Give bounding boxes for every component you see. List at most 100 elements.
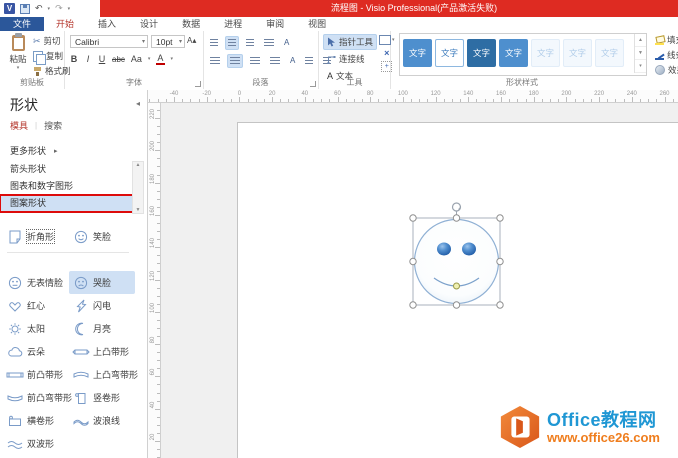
lightning-icon [72,299,90,313]
paragraph-dialog-launcher-icon[interactable] [310,81,316,87]
line-button[interactable]: 线条 [655,49,678,61]
rectangle-tool-icon [379,35,391,45]
moon-icon [72,322,90,336]
shape-item-sad-face[interactable]: 哭脸 [69,271,135,294]
bullets-button[interactable] [261,36,277,50]
align-top-button[interactable] [207,36,221,50]
underline-button[interactable]: U [98,54,106,64]
tab-strip: 开始插入设计数据进程审阅视图 [44,17,338,31]
tab-审阅[interactable]: 审阅 [254,17,296,31]
shape-item-folded-corner[interactable]: 折角形 [3,225,69,248]
clipboard-group-label: 剪贴板 [0,77,64,88]
tab-search[interactable]: 搜索 [44,119,62,132]
style-swatch-solid[interactable]: 文字 [499,39,528,67]
style-swatch-faint[interactable]: 文字 [563,39,592,67]
panel-collapse-icon[interactable]: ◂ [136,99,140,108]
line-label: 线条 [667,49,678,61]
shape-item-label: 月亮 [93,322,111,335]
shape-item-double-wave[interactable]: 双波形 [3,432,69,455]
watermark-url: www.office26.com [547,430,660,445]
tab-divider: | [35,121,37,130]
tools-group-label: 工具 [319,77,390,88]
tab-开始[interactable]: 开始 [44,17,86,31]
align-center-button[interactable] [227,54,243,68]
shape-item-horizontal-scroll[interactable]: 横卷形 [3,409,69,432]
tab-数据[interactable]: 数据 [170,17,212,31]
shape-item-cloud[interactable]: 云朵 [3,340,69,363]
tab-设计[interactable]: 设计 [128,17,170,31]
shape-item-smiley-face[interactable]: 笑脸 [69,225,135,248]
text-direction-button[interactable]: A [281,35,292,50]
shape-item-lightning[interactable]: 闪电 [69,294,135,317]
style-swatch-faint[interactable]: 文字 [595,39,624,67]
tab-视图[interactable]: 视图 [296,17,338,31]
paste-button[interactable]: 粘贴 ▾ [4,34,32,76]
justify-button[interactable] [267,54,283,68]
font-dialog-launcher-icon[interactable] [195,81,201,87]
shape-item-ribbon-curved-up[interactable]: 上凸弯带形 [69,363,135,386]
wave-icon [72,414,90,428]
text-block-button[interactable]: A [287,53,298,68]
scroll-down-icon[interactable]: ▼ [136,207,141,213]
shapes-panel-title: 形状 [10,95,38,115]
style-swatch-solid[interactable]: 文字 [403,39,432,67]
italic-button[interactable]: I [84,54,92,64]
decrease-indent-button[interactable] [302,54,316,68]
shape-item-ribbon-front[interactable]: 前凸带形 [3,363,69,386]
shape-item-sun[interactable]: 太阳 [3,317,69,340]
smiley-face[interactable] [415,220,499,304]
shape-item-label: 双波形 [27,437,54,450]
gallery-scroll-down-icon[interactable]: ▼ [635,47,646,60]
shape-item-label: 红心 [27,299,45,312]
mouth-control-handle[interactable] [454,283,460,289]
stencil-scrollbar[interactable]: ▲ ▼ [132,161,144,214]
font-size-combo[interactable]: 10pt▾ [151,35,185,48]
style-swatch-faint[interactable]: 文字 [531,39,560,67]
change-case-button[interactable]: Aa [131,54,142,64]
effects-icon [655,65,665,75]
gallery-more-icon[interactable]: ▾ [635,60,646,73]
shape-item-heart[interactable]: 红心 [3,294,69,317]
rotation-handle[interactable] [453,203,461,211]
fill-button[interactable]: 填充 [655,34,678,46]
connector-icon [327,55,336,64]
align-left-button[interactable] [207,54,223,68]
shape-item-wave[interactable]: 波浪线 [69,409,135,432]
bold-button[interactable]: B [70,54,78,64]
shape-item-vertical-scroll[interactable]: 竖卷形 [69,386,135,409]
connector-tool-button[interactable]: 连接线 [323,51,377,67]
shape-item-neutral-face[interactable]: 无表情脸 [3,271,69,294]
font-color-button[interactable]: A [156,53,164,65]
tab-插入[interactable]: 插入 [86,17,128,31]
tab-进程[interactable]: 进程 [212,17,254,31]
format-painter-icon [33,67,42,76]
more-shapes-button[interactable]: 更多形状 ▸ [10,144,58,157]
align-bottom-button[interactable] [243,36,257,50]
shape-grid: 折角形笑脸无表情脸哭脸红心 闪电太阳 月亮云朵上凸带形前凸带形上凸弯带形前凸弯带形竖… [3,225,137,455]
stencil-item[interactable]: 图案形状 [0,195,134,212]
style-swatch-outline[interactable]: 文字 [435,39,464,67]
shape-list-divider [7,248,129,253]
scroll-up-icon[interactable]: ▲ [136,162,141,168]
strikethrough-button[interactable]: abc [112,55,125,64]
shape-item-moon[interactable]: 月亮 [69,317,135,340]
gallery-scroll-up-icon[interactable]: ▲ [635,34,646,47]
office-logo-icon [498,404,542,450]
shape-item-ribbon-curved-front[interactable]: 前凸弯带形 [3,386,69,409]
align-right-button[interactable] [247,54,263,68]
delete-button[interactable]: × [384,49,389,57]
tab-stencils[interactable]: 模具 [10,119,28,132]
font-family-combo[interactable]: Calibri▾ [70,35,148,48]
effects-button[interactable]: 效果 [655,64,678,76]
align-middle-button[interactable] [225,36,239,50]
stencil-item[interactable]: 箭头形状 [0,161,134,178]
pointer-tool-button[interactable]: 指针工具 [323,34,377,50]
connector-label: 连接线 [339,53,365,65]
style-swatch-dark[interactable]: 文字 [467,39,496,67]
stencil-item[interactable]: 图表和数字图形 [0,178,134,195]
tab-file[interactable]: 文件 [0,17,44,31]
font-family-dropdown-icon: ▾ [142,38,145,45]
ribbon-curved-front-icon [6,391,24,405]
shape-item-ribbon-up[interactable]: 上凸带形 [69,340,135,363]
grow-font-icon[interactable]: A▴ [187,36,196,45]
